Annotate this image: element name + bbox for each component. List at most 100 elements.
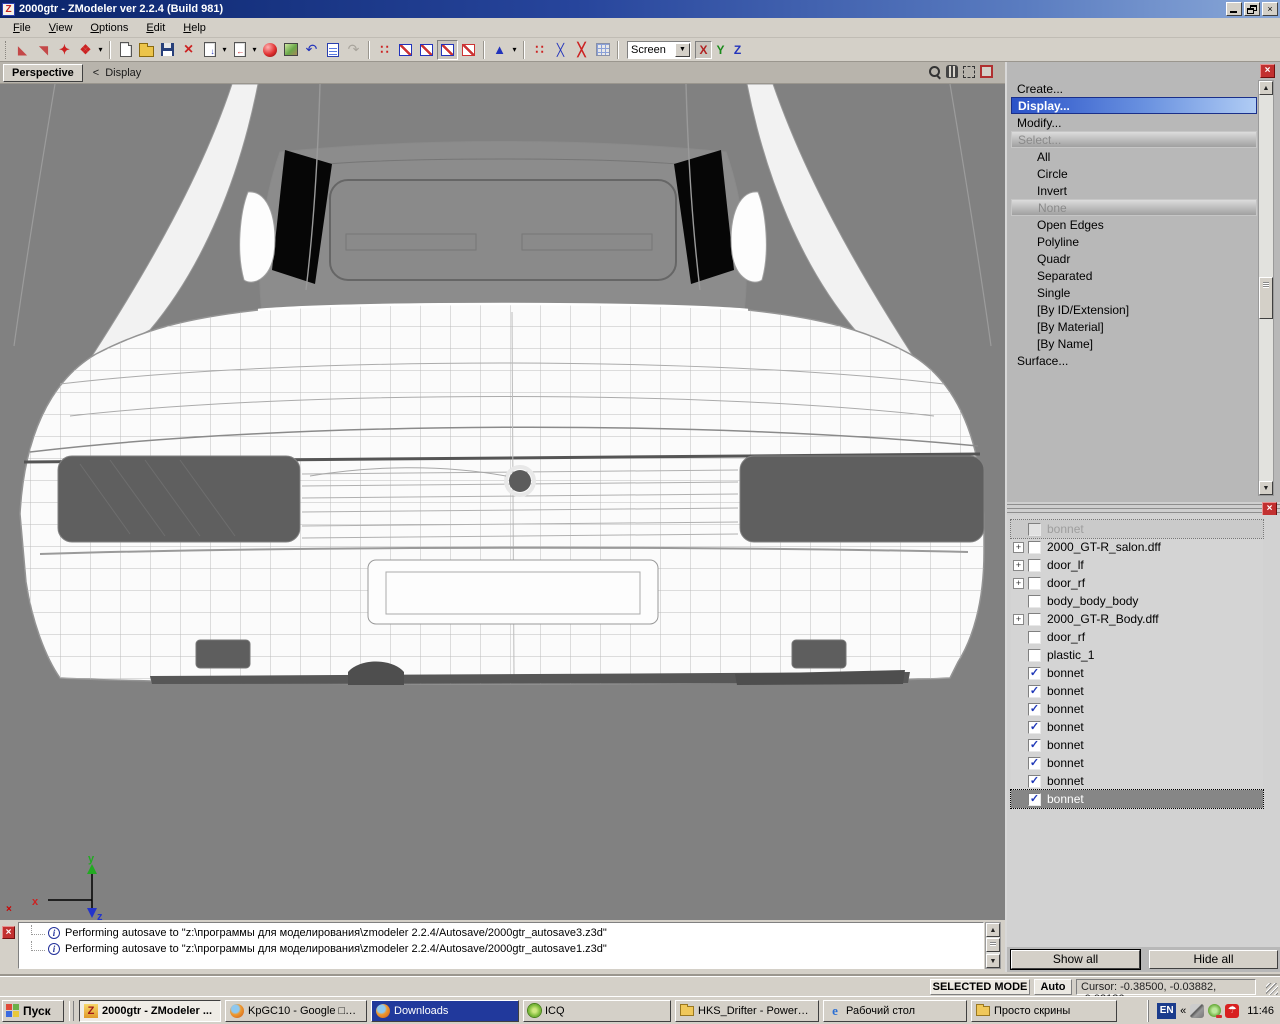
task-icq[interactable]: ICQ <box>523 1000 671 1022</box>
checkbox-checked[interactable]: ✓ <box>1028 685 1041 698</box>
tray-icq-status-icon[interactable] <box>1208 1004 1221 1017</box>
command-modify[interactable]: Modify... <box>1011 114 1257 131</box>
log-window-button[interactable] <box>322 40 343 60</box>
log-close-icon[interactable]: × <box>2 926 15 939</box>
move-tool-button[interactable]: ◥ <box>33 40 54 60</box>
command-select-all[interactable]: All <box>1011 148 1257 165</box>
command-scrollbar[interactable]: ▲ ▼ <box>1258 80 1274 496</box>
command-select-by-name[interactable]: [By Name] <box>1011 335 1257 352</box>
texture-browser-button[interactable] <box>280 40 301 60</box>
scroll-thumb[interactable] <box>1259 277 1273 319</box>
space-select-arrow[interactable]: ▼ <box>675 43 690 57</box>
command-surface[interactable]: Surface... <box>1011 352 1257 369</box>
command-select-polyline[interactable]: Polyline <box>1011 233 1257 250</box>
checkbox[interactable]: ✓ <box>1028 595 1041 608</box>
scroll-thumb[interactable] <box>986 938 1000 952</box>
save-file-button[interactable] <box>157 40 178 60</box>
animate-tool-button[interactable]: ✦ <box>54 40 75 60</box>
command-select-circle[interactable]: Circle <box>1011 165 1257 182</box>
checkbox[interactable]: ✓ <box>1028 649 1041 662</box>
task-desktop[interactable]: e Рабочий стол <box>823 1000 967 1022</box>
checkbox-checked[interactable]: ✓ <box>1028 721 1041 734</box>
object-row-bonnet-2[interactable]: ✓bonnet <box>1011 682 1263 700</box>
expand-icon[interactable]: + <box>1013 578 1024 589</box>
expand-icon[interactable]: + <box>1013 560 1024 571</box>
menu-file[interactable]: File <box>4 20 40 36</box>
object-row-salon-dff[interactable]: +✓2000_GT-R_salon.dff <box>1011 538 1263 556</box>
command-select[interactable]: Select... <box>1011 131 1257 148</box>
space-select[interactable]: Screen ▼ <box>627 41 691 59</box>
command-display[interactable]: Display... <box>1011 97 1257 114</box>
object-row-bonnet-5[interactable]: ✓bonnet <box>1011 736 1263 754</box>
scroll-down-icon[interactable]: ▼ <box>986 954 1000 968</box>
axis-y-toggle[interactable]: Y <box>712 41 729 59</box>
taskbar-clock[interactable]: 11:46 <box>1247 1005 1274 1017</box>
zoom-view-icon[interactable] <box>928 65 941 78</box>
viewport-canvas[interactable]: y x z × <box>0 84 1005 920</box>
object-row-door-rf[interactable]: +✓door_rf <box>1011 574 1263 592</box>
maximize-viewport-icon[interactable] <box>980 65 993 78</box>
object-row-bonnet-7[interactable]: ✓bonnet <box>1011 772 1263 790</box>
breadcrumb-back-icon[interactable]: < <box>93 67 99 79</box>
checkbox[interactable]: ✓ <box>1028 559 1041 572</box>
perspective-view-button[interactable]: Perspective <box>3 64 83 82</box>
object-row-body-dff[interactable]: +✓2000_GT-R_Body.dff <box>1011 610 1263 628</box>
cone-primitive-button[interactable]: ▲ <box>489 40 510 60</box>
hide-all-button[interactable]: Hide all <box>1149 950 1278 969</box>
primitive-dropdown[interactable]: ▾ <box>510 45 519 54</box>
auto-indicator[interactable]: Auto <box>1034 979 1072 995</box>
tray-antivirus-icon[interactable]: ☂ <box>1225 1004 1239 1018</box>
command-select-by-id[interactable]: [By ID/Extension] <box>1011 301 1257 318</box>
object-row-bonnet-selected[interactable]: ✓bonnet <box>1011 790 1263 808</box>
object-row-door-lf[interactable]: +✓door_lf <box>1011 556 1263 574</box>
vertices-mode-button[interactable]: ∷ <box>374 40 395 60</box>
language-indicator[interactable]: EN <box>1157 1003 1176 1019</box>
scroll-up-icon[interactable]: ▲ <box>986 923 1000 937</box>
new-file-button[interactable] <box>115 40 136 60</box>
command-select-single[interactable]: Single <box>1011 284 1257 301</box>
checkbox[interactable]: ✓ <box>1028 541 1041 554</box>
checkbox[interactable]: ✓ <box>1028 631 1041 644</box>
import-button[interactable]: ↓ <box>199 40 220 60</box>
menu-help[interactable]: Help <box>174 20 215 36</box>
object-row-bonnet[interactable]: ✓bonnet <box>1011 520 1263 538</box>
task-downloads[interactable]: Downloads <box>371 1000 519 1022</box>
menu-view[interactable]: View <box>40 20 82 36</box>
object-row-bonnet-1[interactable]: ✓bonnet <box>1011 664 1263 682</box>
split-edge-button[interactable]: ╳ <box>571 40 592 60</box>
expand-icon[interactable]: + <box>1013 542 1024 553</box>
scroll-up-icon[interactable]: ▲ <box>1259 81 1273 95</box>
material-editor-button[interactable] <box>259 40 280 60</box>
task-hks-drifter[interactable]: HKS_Drifter - Powered... <box>675 1000 819 1022</box>
region-select-icon[interactable] <box>963 66 975 78</box>
edges-mode-button[interactable] <box>395 40 416 60</box>
import-dropdown[interactable]: ▾ <box>220 45 229 54</box>
tray-collapse-icon[interactable]: « <box>1180 1005 1186 1017</box>
task-screenshots-folder[interactable]: Просто скрины <box>971 1000 1117 1022</box>
redo-button[interactable]: ↷ <box>343 40 364 60</box>
object-row-bonnet-6[interactable]: ✓bonnet <box>1011 754 1263 772</box>
command-select-by-material[interactable]: [By Material] <box>1011 318 1257 335</box>
restore-button[interactable] <box>1244 2 1260 16</box>
axis-x-toggle[interactable]: X <box>695 41 712 59</box>
show-all-button[interactable]: Show all <box>1011 950 1140 969</box>
command-select-open-edges[interactable]: Open Edges <box>1011 216 1257 233</box>
toolbar-grip[interactable] <box>5 41 9 59</box>
checkbox-checked[interactable]: ✓ <box>1028 793 1041 806</box>
undo-button[interactable]: ↶ <box>301 40 322 60</box>
log-box[interactable]: i Performing autosave to "z:\программы д… <box>18 922 984 969</box>
selected-mode-indicator[interactable]: SELECTED MODE <box>930 979 1030 995</box>
menu-options[interactable]: Options <box>81 20 137 36</box>
pan-hand-icon[interactable] <box>946 65 958 78</box>
checkbox[interactable]: ✓ <box>1028 523 1041 536</box>
object-panel-close-icon[interactable]: × <box>1262 502 1277 516</box>
checkbox-checked[interactable]: ✓ <box>1028 739 1041 752</box>
log-scrollbar[interactable]: ▲ ▼ <box>985 922 1001 969</box>
checkbox[interactable]: ✓ <box>1028 613 1041 626</box>
checkbox-checked[interactable]: ✓ <box>1028 667 1041 680</box>
command-select-none[interactable]: None <box>1011 199 1257 216</box>
command-select-quadr[interactable]: Quadr <box>1011 250 1257 267</box>
close-button[interactable]: × <box>1262 2 1278 16</box>
checkbox[interactable]: ✓ <box>1028 577 1041 590</box>
multi-tool-dropdown[interactable]: ▾ <box>96 45 105 54</box>
